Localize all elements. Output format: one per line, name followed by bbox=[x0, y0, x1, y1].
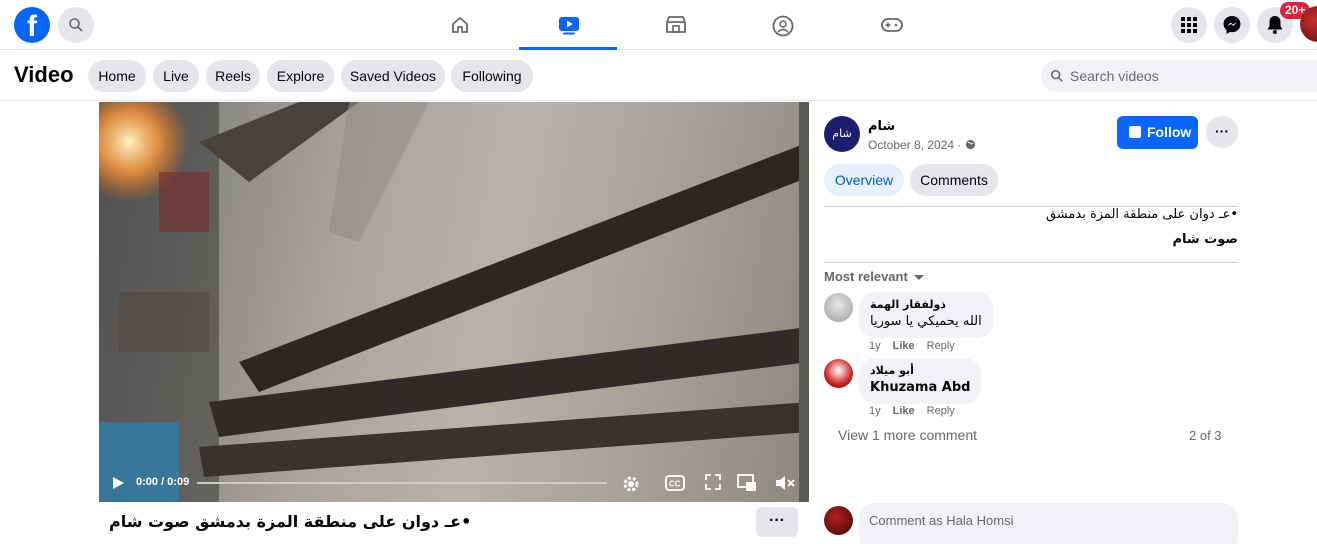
view-more-comments-link[interactable]: View 1 more comment bbox=[838, 427, 977, 443]
svg-text:CC: CC bbox=[669, 480, 681, 489]
nav-pill-saved-videos[interactable]: Saved Videos bbox=[341, 60, 445, 92]
globe-icon bbox=[965, 139, 975, 150]
search-videos-box[interactable] bbox=[1041, 60, 1317, 92]
grid-menu-icon bbox=[1181, 17, 1197, 33]
comment-text[interactable]: Khuzama Abd bbox=[870, 380, 970, 395]
messenger-button[interactable] bbox=[1214, 7, 1250, 43]
comment-bubble: ذولفقار الهمة الله يحميكي يا سوريا bbox=[859, 292, 993, 338]
video-header: Video Home Live Reels Explore Saved Vide… bbox=[0, 51, 1317, 101]
page-avatar[interactable]: شام bbox=[824, 116, 860, 152]
play-icon[interactable] bbox=[111, 476, 125, 490]
nav-pill-home[interactable]: Home bbox=[88, 60, 146, 92]
nav-pill-live[interactable]: Live bbox=[153, 60, 199, 92]
comment-bubble: أبو ميلاد Khuzama Abd bbox=[859, 358, 982, 404]
post-date[interactable]: October 8, 2024 · bbox=[868, 138, 976, 152]
divider bbox=[824, 262, 1238, 263]
video-caption: •عـ دوان على منطقة المزة بدمشق صوت شام bbox=[109, 512, 472, 531]
comment-text: الله يحميكي يا سوريا bbox=[870, 314, 982, 329]
post-more-button[interactable]: ··· bbox=[1206, 116, 1238, 148]
comment-like-button[interactable]: Like bbox=[893, 340, 915, 352]
current-user-avatar[interactable] bbox=[824, 506, 853, 535]
tab-marketplace[interactable] bbox=[626, 0, 724, 50]
comment-meta: 1y Like Reply bbox=[869, 340, 967, 352]
home-icon bbox=[452, 17, 468, 33]
comment-sort-dropdown[interactable]: Most relevant bbox=[824, 269, 908, 284]
picture-in-picture-icon[interactable] bbox=[737, 474, 757, 492]
comment-meta: 1y Like Reply bbox=[869, 405, 967, 417]
tab-groups[interactable] bbox=[733, 0, 831, 50]
messenger-icon bbox=[1223, 16, 1241, 34]
nav-pill-reels[interactable]: Reels bbox=[206, 60, 260, 92]
comment-author[interactable]: ذولفقار الهمة bbox=[870, 298, 982, 311]
tab-video[interactable] bbox=[519, 0, 617, 50]
tab-home[interactable] bbox=[411, 0, 509, 50]
search-button[interactable] bbox=[58, 7, 94, 43]
chevron-down-icon bbox=[914, 275, 924, 280]
follow-button[interactable]: Follow bbox=[1117, 116, 1198, 149]
comment-like-button[interactable]: Like bbox=[893, 405, 915, 417]
page-title: Video bbox=[14, 62, 74, 87]
follow-icon bbox=[1129, 126, 1141, 138]
search-icon bbox=[1050, 69, 1063, 82]
search-icon bbox=[69, 18, 83, 32]
video-player[interactable] bbox=[99, 102, 809, 502]
comment-author[interactable]: أبو ميلاد bbox=[870, 364, 970, 377]
mute-icon[interactable] bbox=[774, 474, 796, 492]
captions-icon[interactable]: CC bbox=[665, 475, 685, 491]
tab-gaming[interactable] bbox=[841, 0, 939, 50]
post-description: •عـ دوان على منطقة المزة بدمشق bbox=[1045, 207, 1238, 222]
comment-input-box[interactable] bbox=[859, 503, 1238, 544]
post-date-text: October 8, 2024 · bbox=[868, 138, 965, 152]
fullscreen-icon[interactable] bbox=[705, 474, 721, 490]
gaming-icon bbox=[881, 18, 903, 32]
comment-reply-button[interactable]: Reply bbox=[927, 405, 955, 417]
tab-overview[interactable]: Overview bbox=[824, 164, 904, 196]
menu-button[interactable] bbox=[1171, 7, 1207, 43]
groups-icon bbox=[772, 15, 794, 37]
comment-page-count: 2 of 3 bbox=[1189, 428, 1222, 443]
video-more-button[interactable]: ··· bbox=[756, 507, 798, 537]
video-icon bbox=[559, 17, 579, 35]
comment-age[interactable]: 1y bbox=[869, 340, 881, 352]
marketplace-icon bbox=[666, 16, 686, 33]
comment-input[interactable] bbox=[869, 511, 1169, 529]
search-videos-input[interactable] bbox=[1070, 60, 1317, 92]
top-navigation-bar: f 20+ bbox=[0, 0, 1317, 50]
page-name[interactable]: شام bbox=[868, 119, 895, 134]
post-source: صوت شام bbox=[1172, 232, 1239, 247]
commenter-avatar[interactable] bbox=[824, 359, 853, 388]
video-frame bbox=[99, 102, 809, 502]
comment-age[interactable]: 1y bbox=[869, 405, 881, 417]
video-time: 0:00 / 0:09 bbox=[136, 476, 190, 488]
commenter-avatar[interactable] bbox=[824, 293, 853, 322]
facebook-logo[interactable]: f bbox=[14, 7, 50, 43]
nav-pill-explore[interactable]: Explore bbox=[267, 60, 334, 92]
video-controls: 0:00 / 0:09 CC bbox=[99, 466, 809, 502]
video-progress-bar[interactable] bbox=[197, 482, 607, 484]
settings-gear-icon[interactable] bbox=[621, 474, 641, 494]
bell-icon bbox=[1267, 16, 1283, 34]
comment-reply-button[interactable]: Reply bbox=[927, 340, 955, 352]
nav-pill-following[interactable]: Following bbox=[451, 60, 533, 92]
tab-comments[interactable]: Comments bbox=[910, 164, 998, 196]
follow-label: Follow bbox=[1147, 124, 1192, 140]
